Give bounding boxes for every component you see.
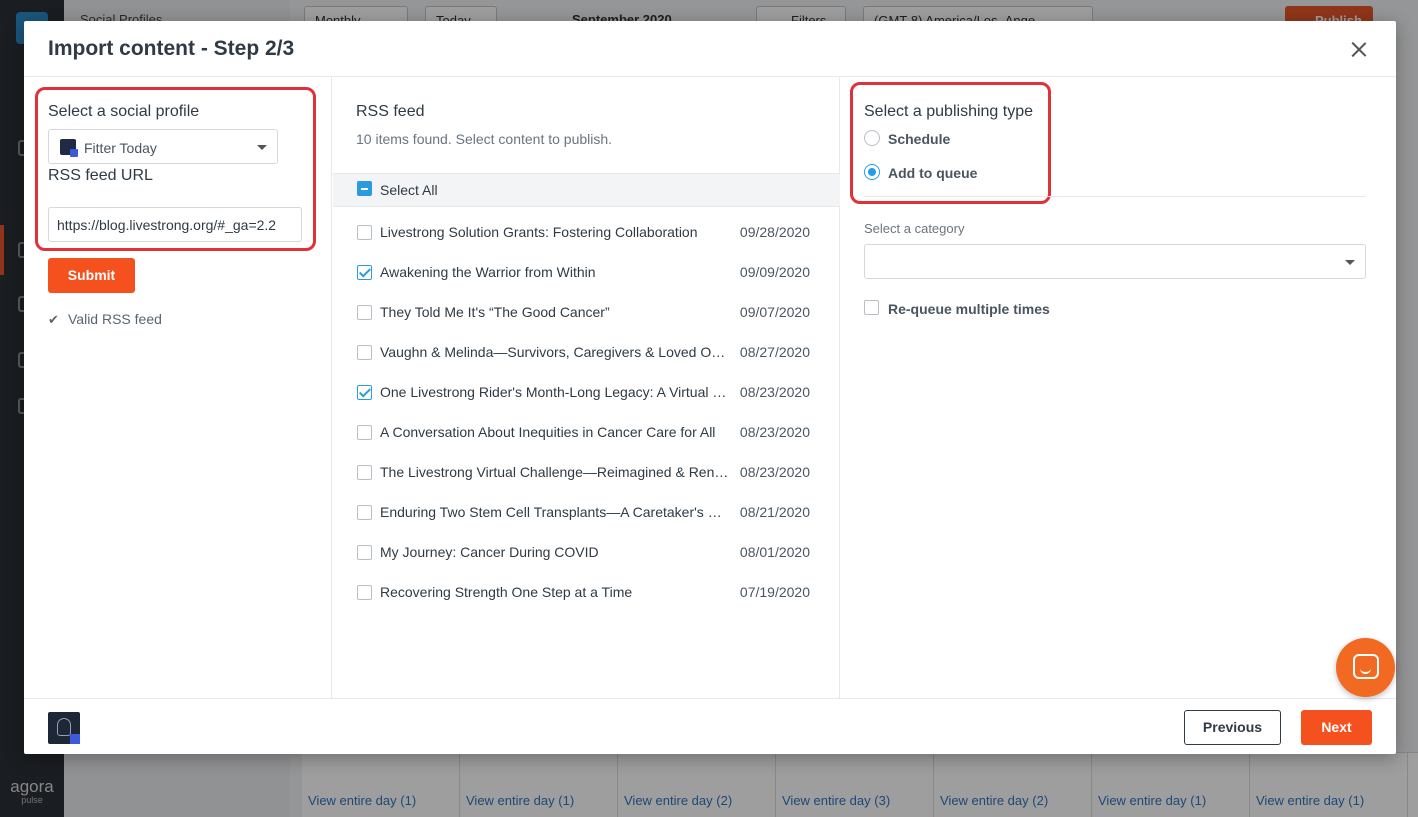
submit-button[interactable]: Submit xyxy=(48,258,135,293)
previous-button[interactable]: Previous xyxy=(1184,710,1281,745)
radio-add-to-queue[interactable] xyxy=(864,164,880,180)
rss-feed-subtitle: 10 items found. Select content to publis… xyxy=(356,131,613,147)
rss-item-date: 08/23/2020 xyxy=(739,464,810,480)
rss-item-title[interactable]: Awakening the Warrior from Within xyxy=(380,264,730,280)
rss-item-date: 09/07/2020 xyxy=(739,304,810,320)
column-divider-right xyxy=(839,77,840,698)
rss-item-date: 09/28/2020 xyxy=(739,224,810,240)
section-divider xyxy=(864,196,1366,197)
valid-rss-text: Valid RSS feed xyxy=(68,311,162,327)
rss-item-date: 08/27/2020 xyxy=(739,344,810,360)
rss-item-title[interactable]: My Journey: Cancer During COVID xyxy=(380,544,730,560)
select-all-label[interactable]: Select All xyxy=(380,182,438,198)
rss-item-checkbox[interactable] xyxy=(357,225,372,240)
rss-item-title[interactable]: Enduring Two Stem Cell Transplants—A Car… xyxy=(380,504,730,520)
footer-profile-avatar xyxy=(48,712,80,744)
social-profile-select[interactable]: Fitter Today xyxy=(48,129,278,164)
rss-item-checkbox[interactable] xyxy=(357,345,372,360)
next-button[interactable]: Next xyxy=(1301,710,1372,745)
radio-schedule[interactable] xyxy=(864,130,880,146)
category-label: Select a category xyxy=(864,221,965,236)
rss-item-title[interactable]: A Conversation About Inequities in Cance… xyxy=(380,424,730,440)
rss-item-date: 08/23/2020 xyxy=(739,424,810,440)
rss-item-date: 08/01/2020 xyxy=(739,544,810,560)
category-select[interactable] xyxy=(864,244,1366,279)
publishing-type-label: Select a publishing type xyxy=(864,103,1033,120)
chat-launcher-button[interactable] xyxy=(1336,638,1395,697)
requeue-label[interactable]: Re-queue multiple times xyxy=(888,301,1050,317)
import-content-modal: Import content - Step 2/3 Select a socia… xyxy=(24,21,1396,754)
rss-item-title[interactable]: Recovering Strength One Step at a Time xyxy=(380,584,730,600)
radio-schedule-label[interactable]: Schedule xyxy=(888,131,950,147)
valid-rss-status: ✔ Valid RSS feed xyxy=(48,311,162,328)
rss-item-title[interactable]: One Livestrong Rider's Month-Long Legacy… xyxy=(380,384,730,400)
rss-item-checkbox[interactable] xyxy=(357,265,372,280)
chat-icon xyxy=(1353,654,1379,679)
rss-item-checkbox[interactable] xyxy=(357,585,372,600)
rss-url-input[interactable] xyxy=(48,207,302,242)
rss-item-title[interactable]: The Livestrong Virtual Challenge—Reimagi… xyxy=(380,464,730,480)
rss-item-checkbox[interactable] xyxy=(357,465,372,480)
chevron-down-icon xyxy=(257,145,267,150)
rss-item-checkbox[interactable] xyxy=(357,425,372,440)
modal-title: Import content - Step 2/3 xyxy=(48,37,295,60)
rss-item-checkbox[interactable] xyxy=(357,505,372,520)
rss-item-title[interactable]: Livestrong Solution Grants: Fostering Co… xyxy=(380,224,730,240)
radio-add-to-queue-label[interactable]: Add to queue xyxy=(888,165,977,181)
rss-item-checkbox[interactable] xyxy=(357,385,372,400)
close-icon[interactable] xyxy=(1348,39,1370,61)
rss-item-checkbox[interactable] xyxy=(357,305,372,320)
rss-item-checkbox[interactable] xyxy=(357,545,372,560)
column-divider-left xyxy=(331,77,332,698)
select-all-checkbox[interactable] xyxy=(357,181,372,196)
rss-feed-title: RSS feed xyxy=(356,103,425,120)
requeue-checkbox[interactable] xyxy=(864,300,879,315)
rss-item-date: 07/19/2020 xyxy=(739,584,810,600)
rss-item-date: 08/21/2020 xyxy=(739,504,810,520)
profile-avatar xyxy=(60,139,78,157)
rss-item-title[interactable]: They Told Me It's “The Good Cancer” xyxy=(380,304,730,320)
profile-label: Select a social profile xyxy=(48,103,200,120)
rss-url-label: RSS feed URL xyxy=(48,167,153,184)
publishing-type-highlight xyxy=(850,82,1051,204)
checkmark-icon: ✔ xyxy=(48,312,59,327)
chevron-down-icon xyxy=(1345,260,1355,265)
rss-item-date: 09/09/2020 xyxy=(739,264,810,280)
profile-select-value: Fitter Today xyxy=(84,140,157,156)
rss-item-title[interactable]: Vaughn & Melinda—Survivors, Caregivers &… xyxy=(380,344,730,360)
rss-item-date: 08/23/2020 xyxy=(739,384,810,400)
modal-header: Import content - Step 2/3 xyxy=(24,21,1396,77)
profile-emblem-icon xyxy=(57,718,71,736)
facebook-icon xyxy=(70,149,78,157)
facebook-icon xyxy=(70,734,80,744)
